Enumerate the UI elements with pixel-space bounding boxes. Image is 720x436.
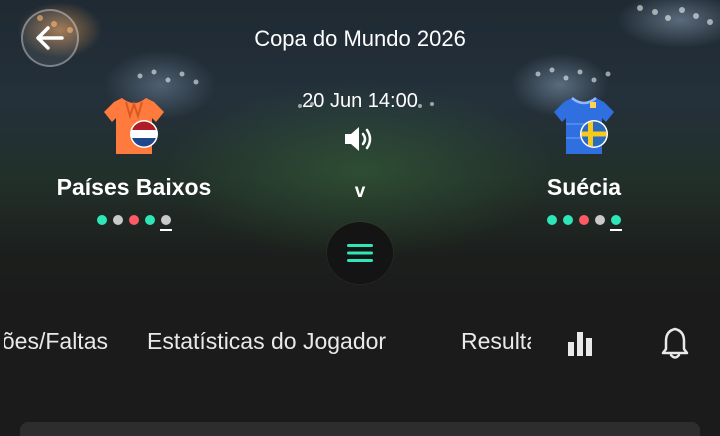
tab-results[interactable]: Resultados: [461, 328, 531, 355]
menu-button[interactable]: [327, 222, 393, 284]
form-dot-latest: [610, 215, 622, 231]
speaker-icon[interactable]: [342, 124, 376, 154]
away-shirt-icon: [554, 97, 614, 154]
form-dot: [579, 215, 589, 225]
tab-cards-fouls[interactable]: Cartões/Faltas: [4, 328, 108, 355]
bell-icon[interactable]: [660, 326, 690, 360]
bar-chart-icon[interactable]: [566, 330, 594, 356]
form-dot: [563, 215, 573, 225]
content-panel: [20, 422, 700, 436]
home-team[interactable]: Países Baixos: [34, 94, 234, 231]
form-dot-latest: [160, 215, 172, 231]
form-dot: [129, 215, 139, 225]
form-dot: [595, 215, 605, 225]
home-team-form: [34, 215, 234, 231]
tab-bar: Cartões/Faltas Estatísticas do Jogador R…: [0, 296, 720, 386]
form-dot: [97, 215, 107, 225]
home-team-name: Países Baixos: [56, 174, 212, 200]
competition-title: Copa do Mundo 2026: [254, 26, 466, 51]
tab-player-stats[interactable]: Estatísticas do Jogador: [147, 328, 386, 355]
away-team-form: [484, 215, 684, 231]
away-team-name: Suécia: [546, 174, 622, 200]
form-dot: [113, 215, 123, 225]
hamburger-menu-icon: [347, 244, 373, 262]
away-team[interactable]: Suécia: [484, 94, 684, 231]
form-dot: [145, 215, 155, 225]
form-dot: [547, 215, 557, 225]
home-shirt-icon: [104, 98, 164, 154]
